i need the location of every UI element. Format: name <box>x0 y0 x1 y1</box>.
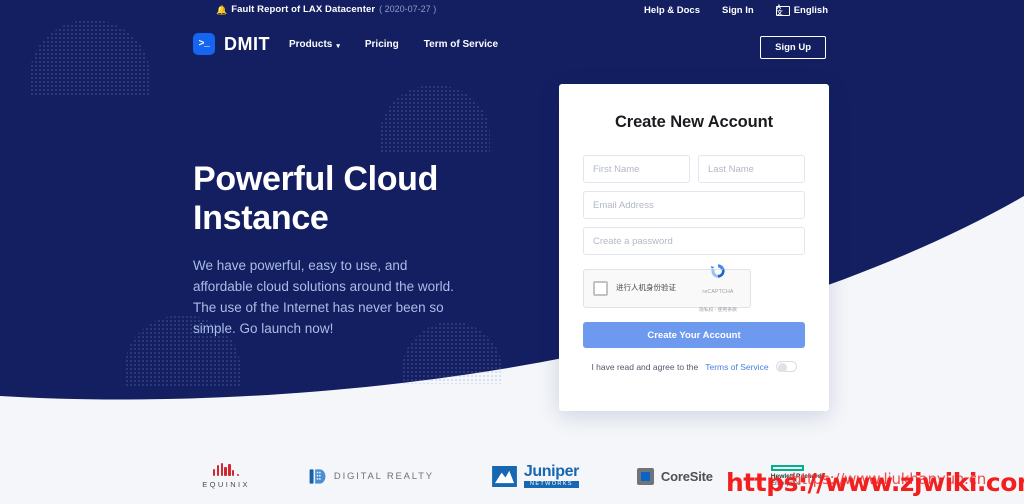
language-label: English <box>793 5 828 16</box>
terms-agreement-text: I have read and agree to the <box>591 361 699 372</box>
nav-item-products[interactable]: Products ▾ <box>289 39 340 50</box>
nav-item-pricing[interactable]: Pricing <box>365 39 399 50</box>
brand-name: DMIT <box>224 33 270 54</box>
recaptcha-widget[interactable]: 进行人机身份验证 reCAPTCHA 隐私权 - 使用条款 <box>583 263 751 313</box>
nav-item-label: Pricing <box>364 39 399 50</box>
last-name-input[interactable] <box>698 155 805 183</box>
bell-icon: 🔔 <box>216 5 228 15</box>
announcement-bar: 🔔 Fault Report of LAX Datacenter ( 2020-… <box>0 0 1024 25</box>
main-navbar: >_ DMIT Products ▾ Pricing Term of Servi… <box>0 28 1024 64</box>
partner-logo-equinix: EQUINIX <box>202 463 250 489</box>
create-account-card: Create New Account 进行人机身份验证 reCAPTCHA 隐私… <box>559 84 829 411</box>
hero-title-line-1: Powerful Cloud <box>193 160 439 198</box>
terms-agreement-toggle[interactable] <box>775 361 797 372</box>
card-title: Create New Account <box>614 113 774 131</box>
utility-nav: Help & Docs Sign In A文 English <box>644 5 828 17</box>
partner-name: DIGITAL REALTY <box>333 470 434 482</box>
juniper-icon <box>491 465 517 487</box>
nav-links: Products ▾ Pricing Term of Service <box>289 39 498 50</box>
partner-subname: Enterprise <box>770 479 801 487</box>
partner-name: EQUINIX <box>202 480 250 489</box>
equinix-icon <box>213 463 240 476</box>
sign-up-button[interactable]: Sign Up <box>760 36 826 59</box>
coresite-icon <box>636 467 654 485</box>
language-selector[interactable]: A文 English <box>775 5 828 17</box>
translate-icon: A文 <box>775 5 790 17</box>
email-input[interactable] <box>583 191 805 219</box>
terminal-prompt-icon: >_ <box>193 33 215 55</box>
create-account-button[interactable]: Create Your Account <box>583 322 805 348</box>
recaptcha-brand-text: reCAPTCHA <box>702 288 734 295</box>
first-name-input[interactable] <box>583 155 690 183</box>
fault-report-title: Fault Report of LAX Datacenter <box>231 4 376 15</box>
fault-report-link[interactable]: 🔔 Fault Report of LAX Datacenter ( 2020-… <box>216 4 436 15</box>
hero-copy: Powerful Cloud Instance We have powerful… <box>193 160 493 340</box>
help-docs-link[interactable]: Help & Docs <box>644 5 700 16</box>
fault-report-date: ( 2020-07-27 ) <box>379 4 437 14</box>
partner-name: Juniper <box>523 462 579 480</box>
hero-subtitle: We have powerful, easy to use, and affor… <box>193 257 454 336</box>
partner-logo-coresite: CoreSite <box>636 467 713 485</box>
page-title: Powerful Cloud Instance <box>193 160 493 239</box>
hero-title-line-2: Instance <box>193 199 329 238</box>
partner-subname: NETWORKS <box>523 480 579 489</box>
nav-item-label: Products <box>289 39 333 50</box>
digital-realty-icon <box>309 468 326 484</box>
nav-item-term-of-service[interactable]: Term of Service <box>424 39 498 50</box>
password-input[interactable] <box>583 227 805 255</box>
terms-agreement-row: I have read and agree to the Terms of Se… <box>583 361 805 372</box>
name-field-row <box>583 155 805 183</box>
recaptcha-branding: reCAPTCHA 隐私权 - 使用条款 <box>695 262 741 316</box>
recaptcha-terms-text[interactable]: 隐私权 - 使用条款 <box>699 308 737 313</box>
brand-logo[interactable]: >_ DMIT <box>193 33 270 55</box>
recaptcha-icon <box>710 263 725 278</box>
terms-of-service-link[interactable]: Terms of Service <box>705 362 768 372</box>
chevron-down-icon: ▾ <box>336 42 340 50</box>
sign-in-link[interactable]: Sign In <box>722 5 754 16</box>
partner-logo-digital-realty: DIGITAL REALTY <box>308 467 434 486</box>
nav-item-label: Term of Service <box>423 39 499 50</box>
partner-logo-hpe: Hewlett Packard Enterprise <box>770 464 822 488</box>
landing-page: 🔔 Fault Report of LAX Datacenter ( 2020-… <box>0 0 1024 504</box>
recaptcha-label: 进行人机身份验证 <box>616 283 676 293</box>
recaptcha-checkbox[interactable] <box>593 281 608 296</box>
partner-name: CoreSite <box>660 468 713 484</box>
hpe-icon <box>770 464 804 471</box>
partner-logo-juniper: Juniper NETWORKS <box>491 462 579 489</box>
partner-logo-strip: EQUINIX DIGITAL REALTY Juniper NETWORKS … <box>0 448 1024 504</box>
hero-background-shape <box>0 0 1024 460</box>
